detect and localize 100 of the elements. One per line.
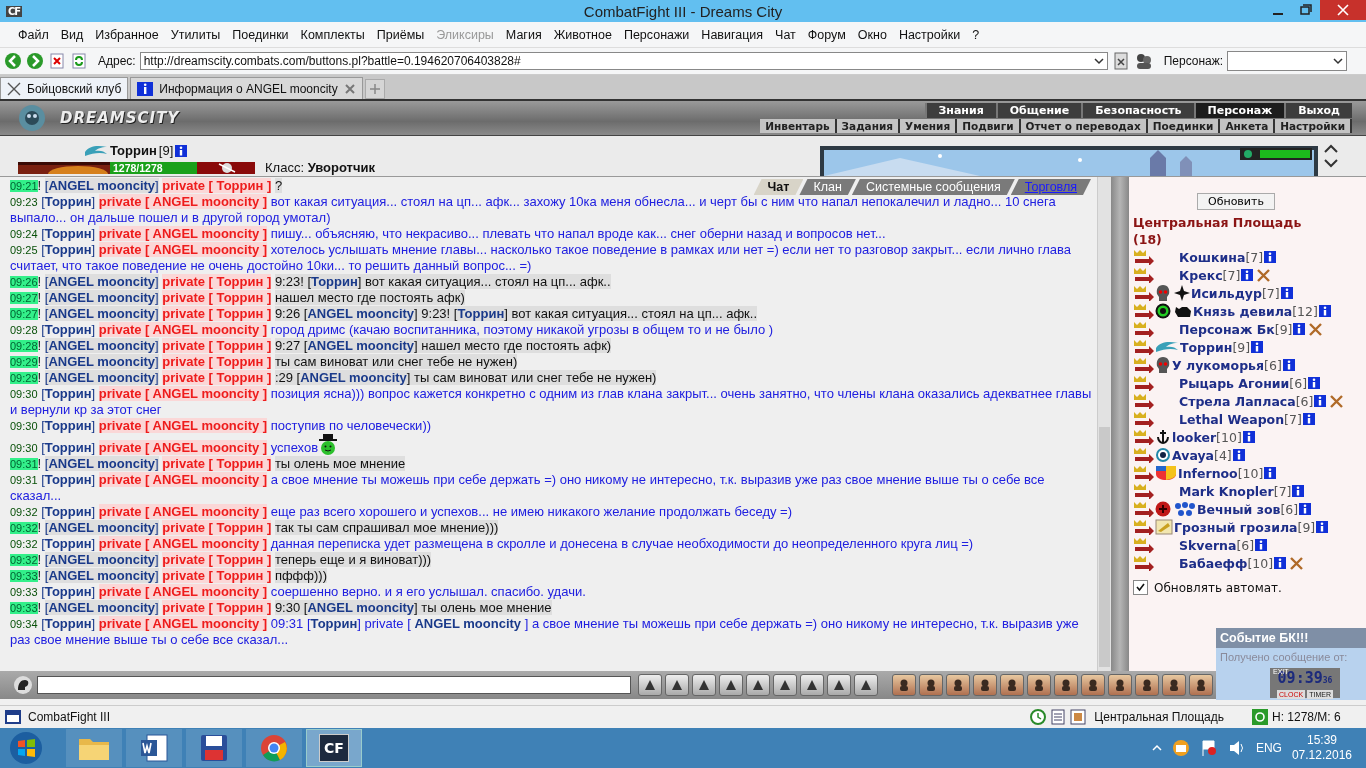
menu-item[interactable]: Магия <box>499 27 548 42</box>
player-name[interactable]: Персонаж Бк <box>1179 321 1275 337</box>
menu-item[interactable]: Утилиты <box>164 27 227 42</box>
menu-item[interactable]: Персонажи <box>617 27 696 42</box>
browser-tab[interactable]: Информация о ANGEL mooncity <box>130 77 363 99</box>
nav-link[interactable]: Поединки <box>1147 119 1221 133</box>
location-title: Центральная Площадь <box>1133 215 1302 230</box>
nav-tab[interactable]: Общение <box>995 103 1082 118</box>
player-name[interactable]: Торрин <box>1180 339 1233 355</box>
player-name[interactable]: Рыцарь Агонии <box>1179 375 1290 391</box>
nav-tab[interactable]: Безопасность <box>1081 103 1194 118</box>
chat-tab[interactable]: Системные сообщения <box>851 179 1015 195</box>
player-level: [9] <box>1232 339 1251 355</box>
player-level: [12] <box>1292 303 1318 319</box>
status-app-name: CombatFight III <box>28 710 111 724</box>
app-icon: CF <box>319 734 349 762</box>
player-level: [6] <box>1280 501 1299 517</box>
chat-message: 09:23 [Торрин] private [ ANGEL mooncity ] вот какая ситуация... стоял на цп... афк... захожу 10ка меня обнесла... и черт бы с ним что напал непокалечил и ладно... 10 снега выпало... он дальше пошел и в другой город умотал) <box>10 194 1057 226</box>
chat-message: 09:32 [Торрин] private [ ANGEL mooncity ] данная переписка удет размещена в скролле и донесена в случае необходимости до неопределенного круга лиц =) <box>10 536 974 552</box>
chat-message: 09:32! [ANGEL mooncity] private [ Торрин ] теперь еще и я виноват))) <box>10 552 432 568</box>
player-name[interactable]: Infernoo <box>1178 465 1238 481</box>
menu-item[interactable]: Настройки <box>892 27 967 42</box>
player-name[interactable]: У лукоморья <box>1172 357 1265 373</box>
menu-item[interactable]: Окно <box>851 27 893 42</box>
player-name[interactable]: Lethal Weapon <box>1179 411 1285 427</box>
menu-item[interactable]: Файл <box>12 27 55 42</box>
chat-message: 09:33! [ANGEL mooncity] private [ Торрин ] пффф))) <box>10 568 327 584</box>
player-name[interactable]: Mark Knopler <box>1179 483 1274 499</box>
class-label: Класс: Уворотчик <box>265 160 375 175</box>
chat-message: 09:29! [ANGEL mooncity] private [ Торрин ] :29 [ANGEL mooncity] ты сам виноват или снег тебе не нужен) <box>10 370 657 386</box>
nav-tab[interactable]: Персонаж <box>1193 103 1285 118</box>
player-name[interactable]: Крекс <box>1179 267 1223 283</box>
menu-item[interactable]: Форум <box>801 27 852 42</box>
chat-message: 09:26! [ANGEL mooncity] private [ Торрин ] 9:23! [Торрин] вот какая ситуация... стоял на цп... афк.. <box>10 274 611 290</box>
chat-tab[interactable]: Чат <box>753 179 804 195</box>
taskbar-clock[interactable]: 15:39 07.12.2016 <box>1291 733 1352 763</box>
nav-link[interactable]: Умения <box>900 119 958 133</box>
chat-message: 09:21! [ANGEL mooncity] private [ Торрин ] ? <box>10 178 283 194</box>
notification-text: Получено сообщение от: <box>1219 650 1349 665</box>
chat-message: 09:32! [ANGEL mooncity] private [ Торрин ] так ты сам спрашивал мое мнение))) <box>10 520 499 536</box>
menu-item[interactable]: Вид <box>54 27 90 42</box>
player-name[interactable]: Князь девила <box>1193 303 1293 319</box>
nav-tab[interactable]: Выход <box>1284 103 1352 118</box>
refresh-button[interactable]: Обновить <box>1197 193 1275 210</box>
player-name[interactable]: Вечный зов <box>1197 501 1281 517</box>
character-name: Торрин <box>110 143 157 158</box>
menu-item[interactable]: Животное <box>547 27 618 42</box>
language-indicator[interactable]: ENG <box>1255 741 1282 755</box>
chat-tab[interactable]: Клан <box>799 179 856 195</box>
player-level: [7] <box>1261 285 1280 301</box>
chat-message: 09:30 [Торрин] private [ ANGEL mooncity ] успехов <box>10 440 319 456</box>
address-field[interactable]: http://dreamscity.combats.com/buttons.pl?battle=0.194620706403828# <box>139 52 1108 70</box>
nav-link[interactable]: Анкета <box>1220 119 1276 133</box>
player-level: [7] <box>1222 267 1241 283</box>
nav-link[interactable]: Инвентарь <box>760 119 837 133</box>
player-name[interactable]: Skverna <box>1179 537 1237 553</box>
chat-message: 09:33 [Торрин] private [ ANGEL mooncity ] соершенно верно. и я его услышал. спасибо. удачи. <box>10 584 586 600</box>
player-level: [6] <box>1236 537 1255 553</box>
address-label: Адрес: <box>98 54 136 68</box>
app-icon: CF <box>6 5 23 17</box>
nav-tab[interactable]: Знания <box>924 103 996 118</box>
player-name[interactable]: Кошкина <box>1179 249 1246 265</box>
player-name[interactable]: Грозный грозила <box>1174 519 1298 535</box>
chat-message: 09:27! [ANGEL mooncity] private [ Торрин ] нашел место где постоять афк) <box>10 290 465 306</box>
chat-message: 09:28 [Торрин] private [ ANGEL mooncity ] город дримс (качаю воспитанника, поэтому никакой угрозы в общем то и не было ) <box>10 322 774 338</box>
browser-tab[interactable]: Бойцовский клуб <box>0 77 129 99</box>
menu-item[interactable]: Приёмы <box>370 27 431 42</box>
chat-message: 09:30 [Торрин] private [ ANGEL mooncity ] поступив по человечески)) <box>10 418 432 434</box>
chat-message: 09:31! [ANGEL mooncity] private [ Торрин ] ты олень мое мнение <box>10 456 406 472</box>
menu-item[interactable]: ? <box>966 27 986 42</box>
menu-item[interactable]: Комплекты <box>294 27 371 42</box>
menu-item[interactable]: Навигация <box>695 27 770 42</box>
player-level: [9] <box>1297 519 1316 535</box>
player-level: [10] <box>1237 465 1264 481</box>
character-level: [9] <box>158 143 174 158</box>
player-level: [6] <box>1295 393 1314 409</box>
player-level: [4] <box>1214 447 1232 463</box>
player-level: [7] <box>1245 249 1264 265</box>
menu-item[interactable]: Избранное <box>89 27 165 42</box>
player-name[interactable]: Исильдур <box>1191 285 1262 301</box>
chat-message: 09:33! [ANGEL mooncity] private [ Торрин ] 9:30 [ANGEL mooncity] ты олень мое мнение <box>10 600 552 616</box>
nav-link[interactable]: Настройки <box>1275 119 1352 133</box>
player-name[interactable]: Avaya <box>1172 447 1214 463</box>
nav-link[interactable]: Задания <box>836 119 901 133</box>
nav-link[interactable]: Отчет о переводах <box>1020 119 1148 133</box>
nav-link[interactable]: Подвиги <box>957 119 1021 133</box>
menu-item[interactable]: Поединки <box>226 27 295 42</box>
status-stats: H: 1278/M: 6 <box>1272 710 1342 724</box>
player-count: (18) <box>1133 232 1162 247</box>
taskbar-button[interactable]: CF <box>306 729 362 767</box>
player-level: [6] <box>1264 357 1282 373</box>
chat-message: 09:24 [Торрин] private [ ANGEL mooncity ] пишу... объясняю, что некрасиво... плевать что напал вроде как... снег оберни назад и вопросов нет... <box>10 226 886 242</box>
player-name[interactable]: looker <box>1172 429 1217 445</box>
player-name[interactable]: Стрела Лапласа <box>1179 393 1296 409</box>
chat-message: 09:27! [ANGEL mooncity] private [ Торрин ] 9:26 [ANGEL mooncity] 9:23! [Торрин] вот какая ситуация... стоял на цп... афк.. <box>10 306 757 322</box>
menu-item[interactable]: Чат <box>769 27 802 42</box>
chat-message: 09:25 [Торрин] private [ ANGEL mooncity ] хотелось услышать мнение главы... насколько такое поведение в рамках или нет =) если нет то разговор закрыт... если лично глава считает, что такое поведение не очень достойно 10ки... то решить данный вопрос... =) <box>10 242 1073 274</box>
player-name[interactable]: Бабаефф <box>1179 555 1248 571</box>
chat-message: 09:29! [ANGEL mooncity] private [ Торрин ] ты сам виноват или снег тебе не нужен) <box>10 354 518 370</box>
player-level: [7] <box>1284 411 1302 427</box>
